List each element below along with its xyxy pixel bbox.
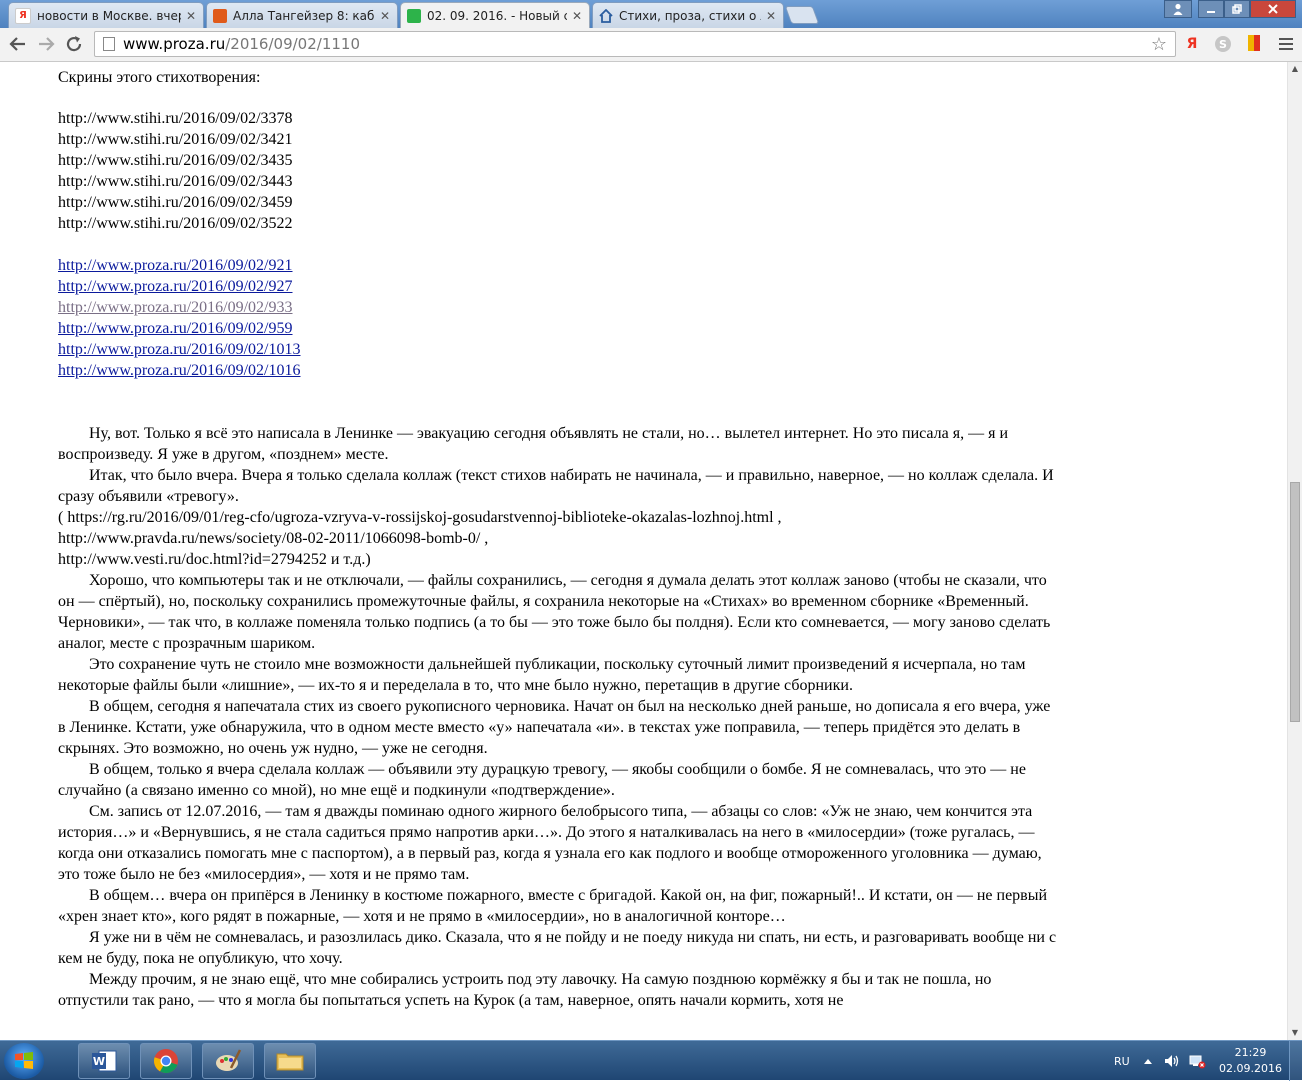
stihi-url: http://www.stihi.ru/2016/09/02/3378 (58, 110, 293, 127)
close-icon[interactable]: ✕ (185, 9, 197, 23)
url-text[interactable]: www.proza.ru/2016/09/02/1110 (123, 35, 360, 53)
proza-link-list: http://www.proza.ru/2016/09/02/921 http:… (58, 255, 301, 381)
proza-link[interactable]: http://www.proza.ru/2016/09/02/959 (58, 320, 293, 337)
tab-title: 02. 09. 2016. - Новый стих (427, 9, 567, 23)
taskbar-chrome-button[interactable] (140, 1043, 192, 1079)
article-paragraph: В общем… вчера он припёрся в Ленинку в к… (58, 887, 1048, 925)
word-icon: W (92, 1050, 117, 1072)
screens-heading: Скрины этого стихотворения: (58, 69, 261, 86)
bookmark-star-icon[interactable]: ☆ (1151, 34, 1167, 55)
orange-square-icon (213, 8, 227, 23)
language-indicator[interactable]: RU (1114, 1041, 1130, 1081)
proza-link[interactable]: http://www.proza.ru/2016/09/02/933 (58, 299, 293, 316)
page-content: Скрины этого стихотворения: http://www.s… (0, 62, 1287, 1040)
house-icon (599, 8, 613, 23)
article-paragraph: Ну, вот. Только я всё это написала в Лен… (58, 425, 1009, 463)
reload-icon (66, 36, 82, 52)
close-icon[interactable]: ✕ (765, 9, 777, 23)
green-square-icon (407, 9, 421, 23)
windows-logo-icon (15, 1052, 33, 1069)
stihi-url: http://www.stihi.ru/2016/09/02/3522 (58, 215, 293, 232)
tab-title: новости в Москве. вчера (37, 8, 181, 23)
close-icon[interactable]: ✕ (379, 9, 391, 23)
page-icon (103, 37, 115, 51)
scroll-down-arrow-icon[interactable]: ▼ (1288, 1026, 1302, 1040)
svg-text:W: W (93, 1055, 105, 1068)
skype-icon[interactable]: S (1213, 34, 1233, 54)
bookmark-extension-icon[interactable] (1244, 34, 1264, 54)
tab-title: Стихи, проза, стихи о любви (619, 8, 761, 23)
article-paragraph: В общем, только я вчера сделала коллаж —… (58, 761, 1026, 799)
article-paragraph: Это сохранение чуть не стоило мне возмож… (58, 656, 1026, 694)
back-button[interactable] (6, 32, 30, 56)
vertical-scrollbar[interactable]: ▲ ▼ (1287, 62, 1302, 1040)
tab-yandex-news[interactable]: Я новости в Москве. вчера ✕ (8, 2, 204, 28)
stihi-link-list: http://www.stihi.ru/2016/09/02/3378 http… (58, 108, 293, 234)
restore-button[interactable] (1224, 0, 1250, 18)
article-paragraph: ( https://rg.ru/2016/09/01/reg-cfo/ugroz… (58, 509, 782, 526)
proza-link[interactable]: http://www.proza.ru/2016/09/02/927 (58, 278, 293, 295)
network-icon[interactable] (1188, 1041, 1206, 1081)
volume-icon[interactable] (1163, 1041, 1181, 1081)
stihi-url: http://www.stihi.ru/2016/09/02/3459 (58, 194, 293, 211)
proza-link[interactable]: http://www.proza.ru/2016/09/02/1013 (58, 341, 301, 358)
article-paragraph: http://www.pravda.ru/news/society/08-02-… (58, 530, 489, 547)
scrollbar-thumb[interactable] (1290, 482, 1300, 722)
stihi-url: http://www.stihi.ru/2016/09/02/3421 (58, 131, 293, 148)
tab-new-poem[interactable]: 02. 09. 2016. - Новый стих ✕ (400, 2, 590, 29)
system-clock[interactable]: 21:29 02.09.2016 (1219, 1045, 1282, 1077)
menu-icon[interactable] (1276, 34, 1296, 54)
tab-title: Алла Тангейзер 8: кабинет (233, 8, 375, 23)
clock-time: 21:29 (1234, 1046, 1267, 1059)
proza-link[interactable]: http://www.proza.ru/2016/09/02/1016 (58, 362, 301, 379)
svg-text:S: S (1219, 38, 1227, 51)
clock-date: 02.09.2016 (1219, 1062, 1282, 1075)
article-paragraph: Итак, что было вчера. Вчера я только сде… (58, 467, 1054, 505)
proza-link[interactable]: http://www.proza.ru/2016/09/02/921 (58, 257, 293, 274)
windows-taskbar: W RU 21:29 02.09.2016 (0, 1040, 1302, 1081)
article-paragraph: http://www.vesti.ru/doc.html?id=2794252 … (58, 551, 371, 568)
show-desktop-button[interactable] (1289, 1041, 1302, 1081)
chrome-icon (154, 1049, 178, 1073)
scroll-up-arrow-icon[interactable]: ▲ (1288, 62, 1302, 76)
tab-stihi-proza[interactable]: Стихи, проза, стихи о любви ✕ (592, 2, 784, 28)
article-paragraph: Я уже ни в чём не сомневалась, и разозли… (58, 929, 1057, 967)
tab-strip: Я новости в Москве. вчера ✕ Алла Тангейз… (0, 0, 1302, 29)
taskbar-word-button[interactable]: W (78, 1043, 130, 1079)
stihi-url: http://www.stihi.ru/2016/09/02/3443 (58, 173, 293, 190)
yandex-icon: Я (15, 7, 31, 24)
article-body: Ну, вот. Только я всё это написала в Лен… (58, 423, 1058, 1011)
forward-arrow-icon (39, 37, 55, 51)
tray-expand-icon[interactable] (1143, 1041, 1153, 1081)
taskbar-explorer-button[interactable] (264, 1043, 316, 1079)
close-icon[interactable]: ✕ (571, 9, 583, 23)
start-button[interactable] (4, 1043, 44, 1079)
browser-toolbar: www.proza.ru/2016/09/02/1110 ☆ Я S (0, 28, 1302, 62)
article-paragraph: Между прочим, я не знаю ещё, что мне соб… (58, 971, 992, 1009)
new-tab-button[interactable] (784, 6, 820, 24)
article-paragraph: Хорошо, что компьютеры так и не отключал… (58, 572, 1051, 652)
reload-button[interactable] (62, 32, 86, 56)
article-paragraph: См. запись от 12.07.2016, — там я дважды… (58, 803, 1042, 883)
yandex-extension-icon[interactable]: Я (1182, 34, 1202, 54)
address-bar[interactable]: www.proza.ru/2016/09/02/1110 ☆ (94, 31, 1176, 57)
article-paragraph: В общем, сегодня я напечатала стих из св… (58, 698, 1051, 757)
user-profile-icon[interactable] (1164, 0, 1192, 18)
explorer-icon (276, 1053, 304, 1071)
minimize-button[interactable] (1198, 0, 1224, 18)
tab-alla-cabinet[interactable]: Алла Тангейзер 8: кабинет ✕ (206, 2, 398, 28)
back-arrow-icon (9, 37, 25, 51)
paint-icon (216, 1049, 242, 1071)
taskbar-paint-button[interactable] (202, 1043, 254, 1079)
close-window-button[interactable] (1250, 0, 1296, 18)
stihi-url: http://www.stihi.ru/2016/09/02/3435 (58, 152, 293, 169)
forward-button[interactable] (34, 32, 58, 56)
